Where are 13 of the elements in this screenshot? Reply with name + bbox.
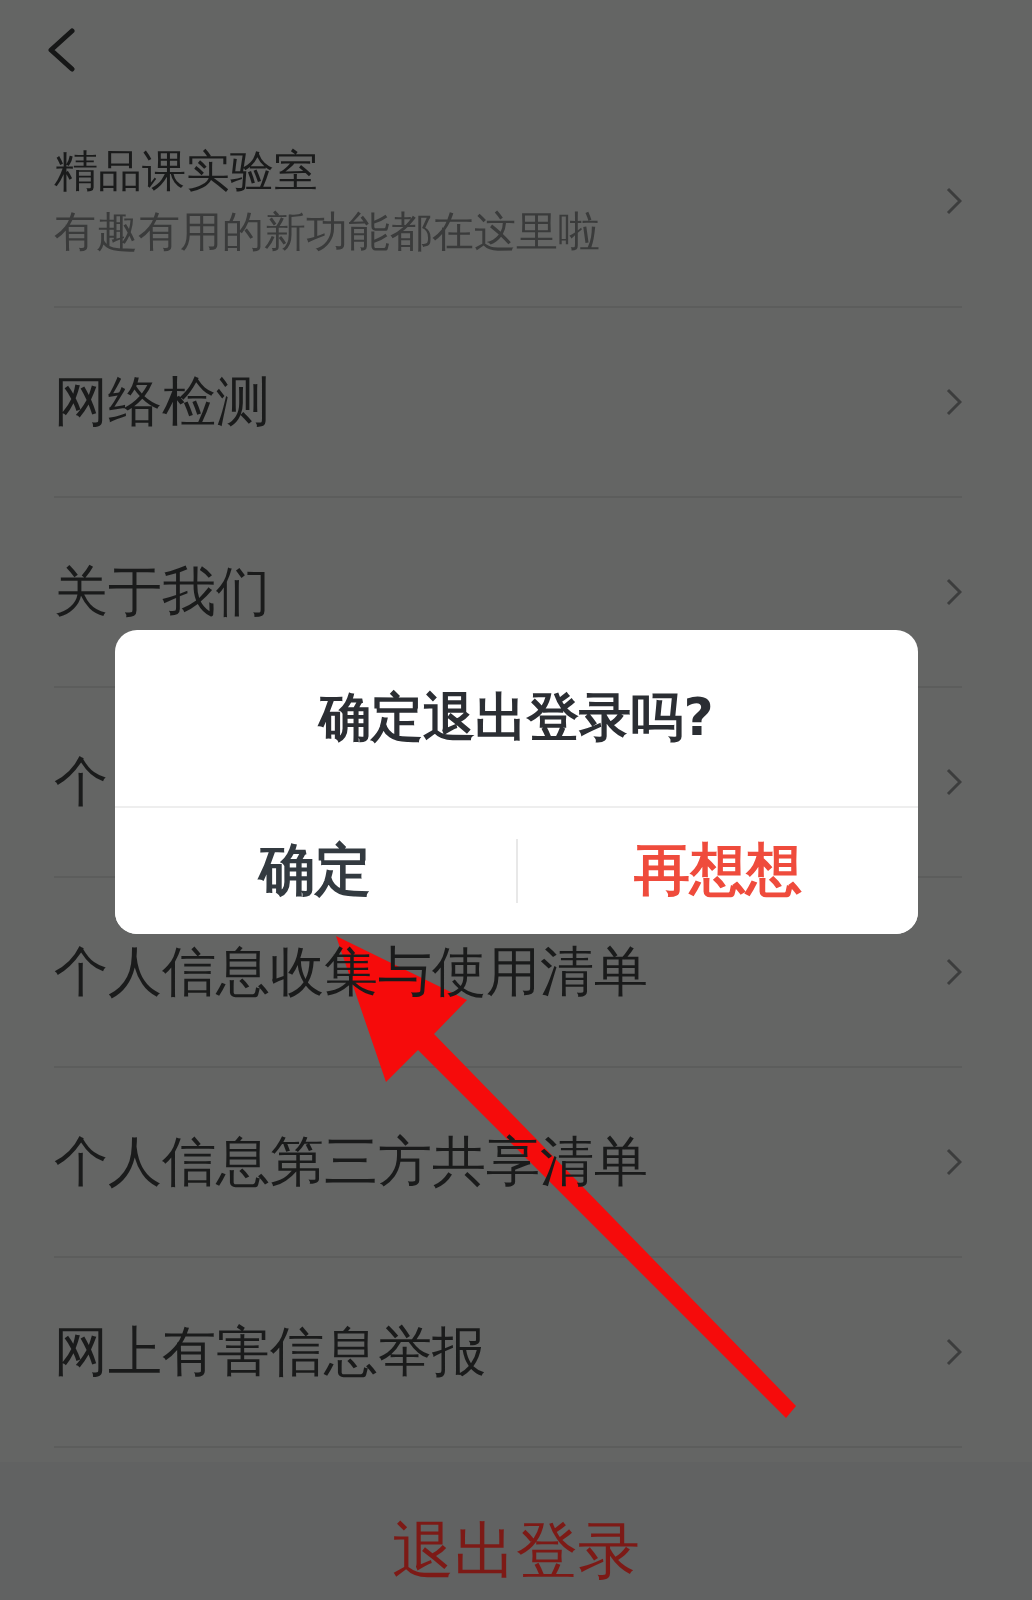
chevron-right-icon[interactable] xyxy=(946,187,962,215)
row-title: 关于我们 xyxy=(54,562,270,622)
back-icon[interactable] xyxy=(46,28,76,72)
chevron-right-icon[interactable] xyxy=(946,1148,962,1176)
chevron-right-icon[interactable] xyxy=(946,1338,962,1366)
row-title: 个 xyxy=(54,752,108,812)
row-title: 精品课实验室 xyxy=(54,146,319,196)
chevron-right-icon[interactable] xyxy=(946,578,962,606)
chevron-right-icon[interactable] xyxy=(946,388,962,416)
row-title: 网上有害信息举报 xyxy=(54,1322,486,1382)
chevron-right-icon[interactable] xyxy=(946,768,962,796)
row-title: 网络检测 xyxy=(54,372,270,432)
chevron-right-icon[interactable] xyxy=(946,958,962,986)
